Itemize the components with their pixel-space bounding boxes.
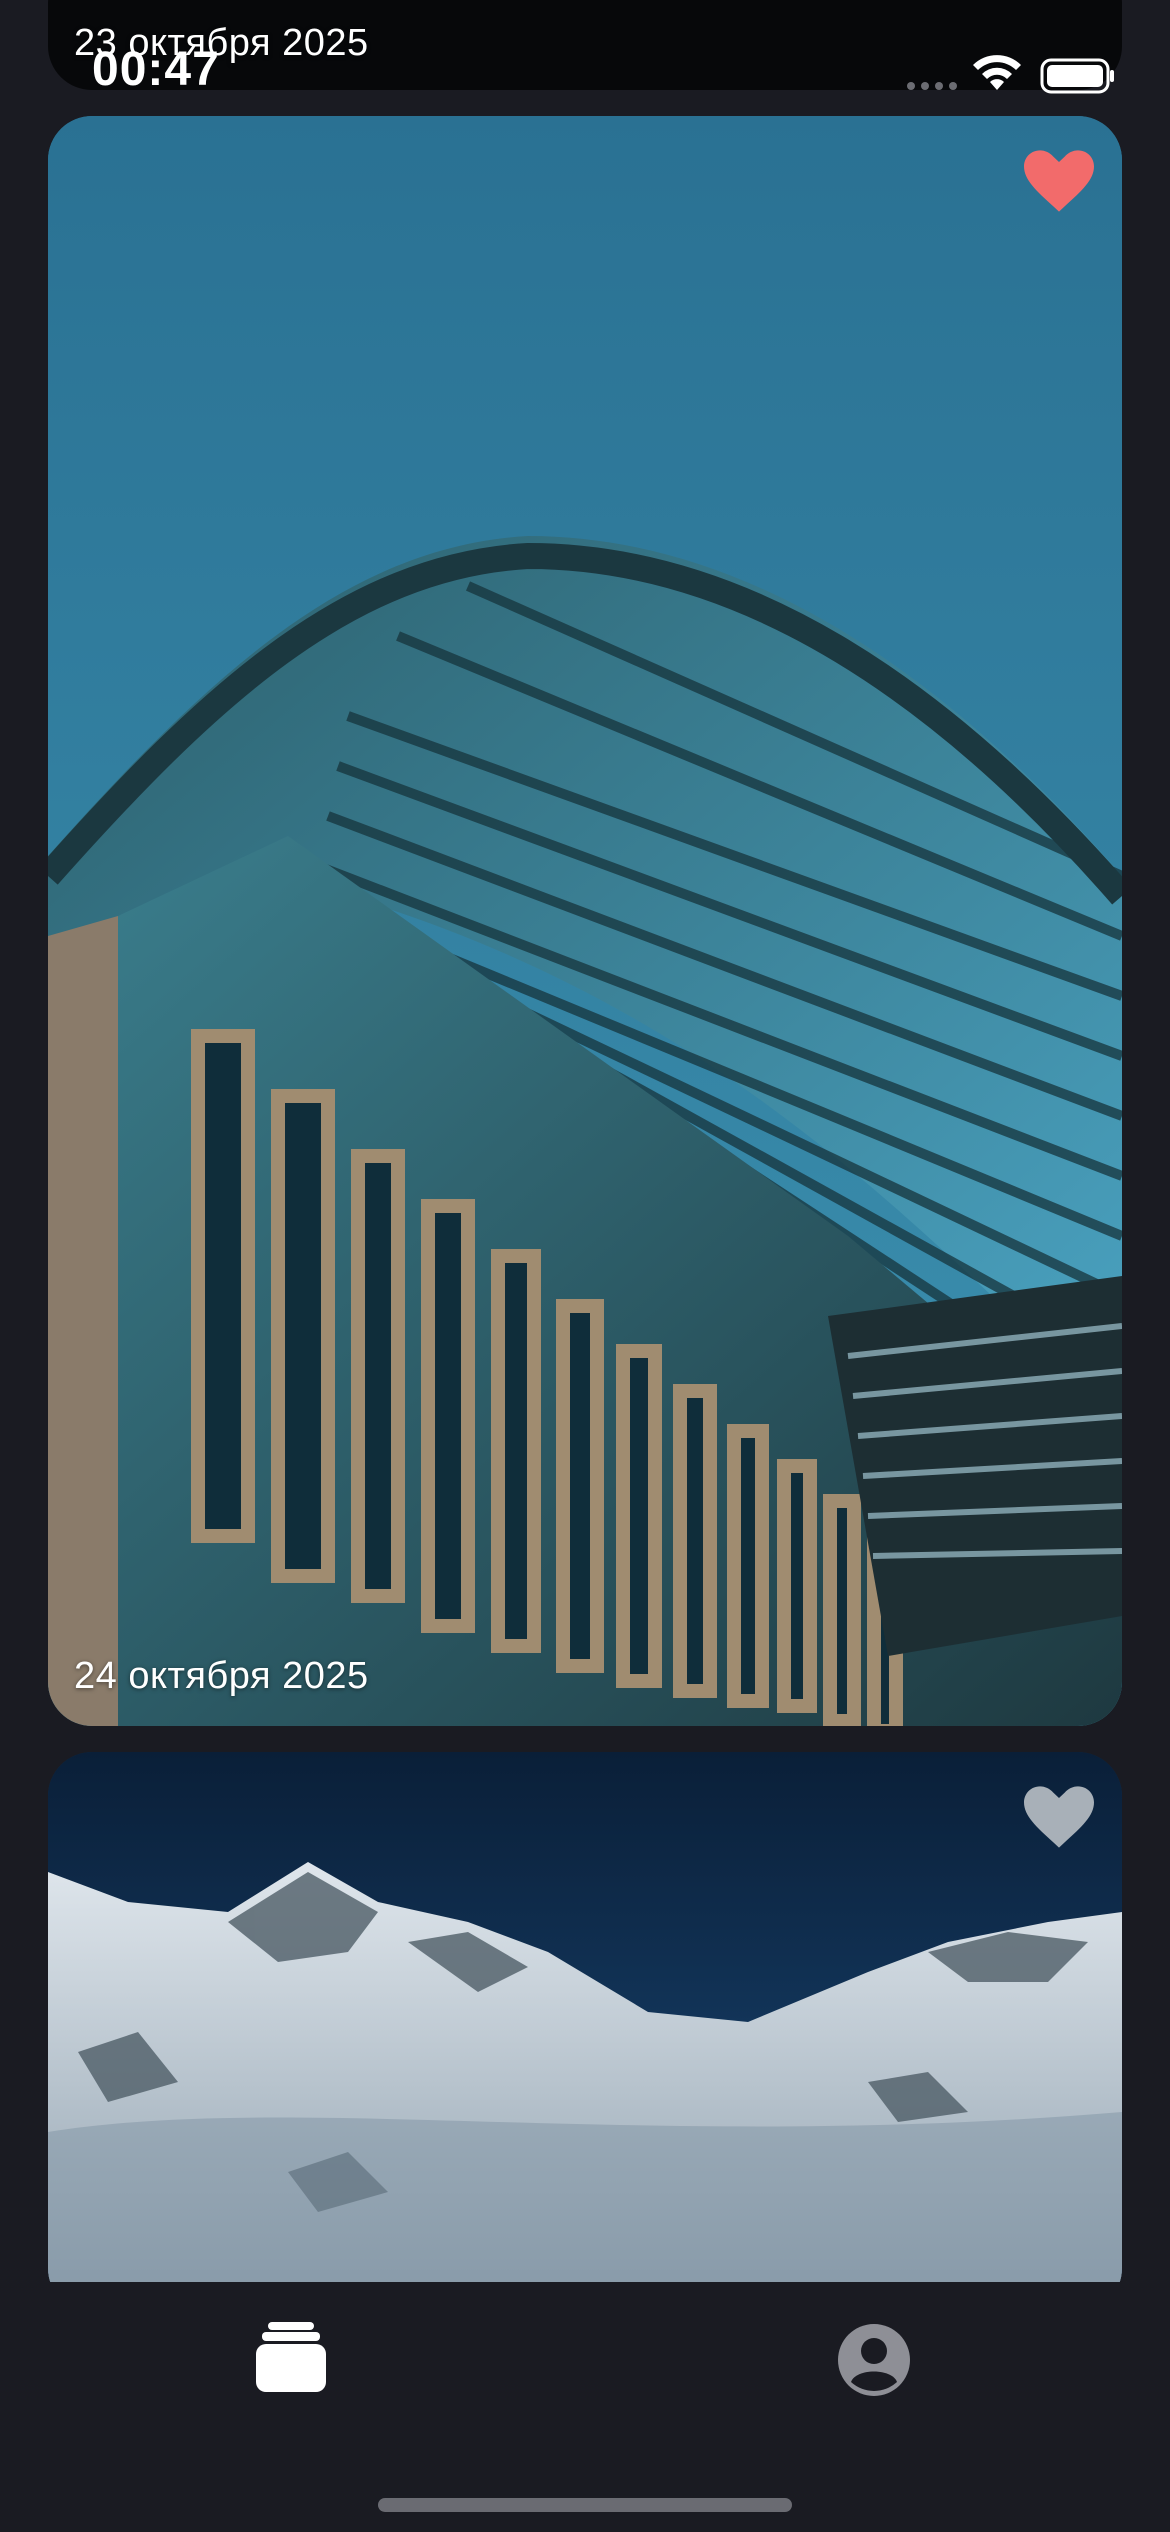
- tab-feed[interactable]: [254, 2320, 328, 2394]
- home-indicator: [378, 2498, 792, 2512]
- card-date: 24 октября 2025: [74, 1655, 369, 1697]
- person-circle-icon: [838, 2324, 910, 2396]
- tab-bar: [0, 2282, 1170, 2532]
- mountain-photo: [48, 1752, 1122, 2282]
- heart-icon: [1024, 1786, 1094, 1848]
- photo-feed[interactable]: 23 октября 2025 24 октября 2025: [0, 0, 1170, 2282]
- tab-profile[interactable]: [836, 2322, 912, 2398]
- stack-icon: [256, 2322, 326, 2392]
- like-button[interactable]: [1024, 150, 1094, 212]
- card-date: 23 октября 2025: [74, 22, 369, 64]
- photo-card[interactable]: 24 октября 2025: [48, 116, 1122, 1726]
- photo-card[interactable]: 23 октября 2025: [48, 0, 1122, 90]
- like-button[interactable]: [1024, 1786, 1094, 1848]
- building-photo: [48, 116, 1122, 1726]
- photo-card[interactable]: [48, 1752, 1122, 2282]
- heart-icon: [1024, 150, 1094, 212]
